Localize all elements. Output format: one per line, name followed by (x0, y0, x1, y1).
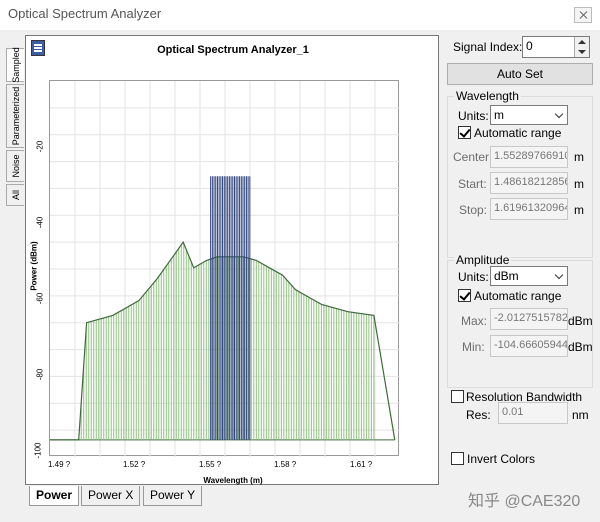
wavelength-group-title: Wavelength (454, 89, 521, 103)
y-tick: -60 (35, 292, 45, 305)
tab-noise[interactable]: Noise (6, 150, 24, 182)
arrow-down-icon[interactable] (578, 50, 586, 54)
max-label: Max: (461, 314, 488, 328)
max-value: -2.0127515782 (494, 312, 568, 324)
wavelength-units-label: Units: (458, 109, 489, 123)
arrow-up-icon[interactable] (578, 40, 586, 44)
min-unit: dBm (568, 340, 593, 354)
x-axis-label: Wavelength (m) (203, 476, 263, 485)
start-label: Start: (458, 177, 487, 191)
stop-unit: m (574, 203, 584, 217)
res-value: 0.01 (502, 406, 524, 418)
y-axis-label: Power (dBm) (29, 241, 39, 291)
y-tick: -40 (35, 216, 45, 229)
tab-parameterized[interactable]: Parameterized (6, 84, 24, 148)
amplitude-group-title: Amplitude (454, 253, 512, 267)
window-title: Optical Spectrum Analyzer (8, 6, 162, 21)
min-value: -104.66605944 (494, 339, 568, 351)
tab-power-y[interactable]: Power Y (143, 486, 203, 506)
x-tick: 1.58 ? (274, 460, 297, 469)
plot-frame: Optical Spectrum Analyzer_1 Power (dBm) … (25, 35, 439, 485)
tab-all[interactable]: All (6, 184, 24, 206)
signal-index-value: 0 (526, 39, 533, 53)
y-tick: -100 (33, 442, 43, 459)
max-field[interactable]: -2.0127515782 (490, 308, 568, 330)
wavelength-auto-range-checkbox[interactable] (458, 126, 471, 139)
signal-index-spinner[interactable]: 0 (522, 36, 590, 58)
invert-colors-checkbox[interactable] (451, 452, 464, 465)
amplitude-units-value: dBm (494, 269, 519, 283)
auto-set-button[interactable]: Auto Set (447, 63, 593, 85)
min-label: Min: (462, 340, 485, 354)
amplitude-auto-range-label: Automatic range (474, 289, 562, 303)
spinner-arrows[interactable] (574, 37, 589, 57)
wavelength-auto-range-label: Automatic range (474, 126, 562, 140)
x-tick: 1.49 ? (48, 460, 71, 469)
chevron-down-icon (554, 109, 564, 119)
wavelength-units-select[interactable]: m (490, 105, 568, 125)
tab-sampled[interactable]: Sampled (6, 47, 24, 83)
invert-colors-label: Invert Colors (467, 452, 536, 466)
chevron-down-icon (554, 270, 564, 280)
start-value: 1.48618212856 (494, 176, 568, 188)
center-unit: m (574, 150, 584, 164)
wavelength-units-value: m (494, 108, 504, 122)
title-bar: Optical Spectrum Analyzer (0, 0, 600, 30)
close-icon[interactable] (574, 7, 592, 23)
tab-power-x[interactable]: Power X (81, 486, 141, 506)
bottom-tabs: Power Power X Power Y (25, 486, 439, 508)
res-unit: nm (572, 408, 589, 422)
x-tick: 1.61 ? (350, 460, 373, 469)
y-tick: -80 (35, 368, 45, 381)
stop-value: 1.61961320964 (494, 202, 568, 214)
tab-power[interactable]: Power (29, 486, 80, 506)
start-field[interactable]: 1.48618212856 (490, 172, 568, 194)
res-field[interactable]: 0.01 (498, 402, 568, 424)
stop-label: Stop: (459, 203, 488, 217)
amplitude-units-label: Units: (458, 270, 489, 284)
spectrum-chart (50, 81, 400, 457)
stop-field[interactable]: 1.61961320964 (490, 198, 568, 220)
amplitude-units-select[interactable]: dBm (490, 266, 568, 286)
plot-area[interactable] (49, 80, 400, 457)
start-unit: m (574, 177, 584, 191)
x-tick: 1.52 ? (123, 460, 146, 469)
min-field[interactable]: -104.66605944 (490, 335, 568, 357)
x-tick: 1.55 ? (199, 460, 222, 469)
center-field[interactable]: 1.55289766910 (490, 146, 568, 168)
plot-title: Optical Spectrum Analyzer_1 (157, 44, 309, 56)
center-value: 1.55289766910 (494, 150, 568, 162)
resolution-bandwidth-checkbox[interactable] (451, 390, 464, 403)
watermark-text: 知乎 @CAE320 (468, 493, 581, 510)
signal-index-label: Signal Index: (453, 40, 523, 54)
y-tick: -20 (35, 140, 45, 153)
center-label: Center: (453, 150, 493, 164)
max-unit: dBm (568, 314, 593, 328)
client-area: Sampled Parameterized Noise All Optical … (0, 30, 600, 522)
amplitude-auto-range-checkbox[interactable] (458, 289, 471, 302)
res-label: Res: (466, 408, 491, 422)
